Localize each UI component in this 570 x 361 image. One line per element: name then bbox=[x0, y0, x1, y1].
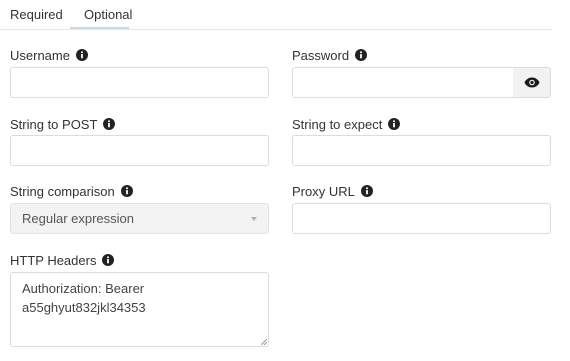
username-label-row: Username bbox=[10, 46, 88, 64]
tab-optional[interactable]: Optional bbox=[84, 7, 132, 22]
string-comparison-selected-value: Regular expression bbox=[22, 211, 135, 226]
eye-icon bbox=[524, 77, 540, 88]
string-to-expect-input[interactable] bbox=[292, 135, 551, 166]
http-headers-label-row: HTTP Headers bbox=[10, 251, 115, 269]
string-to-expect-label: String to expect bbox=[292, 116, 383, 132]
tab-required[interactable]: Required bbox=[10, 7, 63, 22]
string-to-post-input[interactable] bbox=[10, 135, 269, 166]
tab-bar: Required Optional bbox=[0, 0, 552, 30]
password-label: Password bbox=[292, 47, 350, 63]
http-headers-label: HTTP Headers bbox=[10, 252, 97, 268]
info-icon[interactable] bbox=[355, 49, 368, 61]
resize-handle-icon[interactable] bbox=[261, 339, 267, 345]
info-icon[interactable] bbox=[75, 49, 88, 61]
string-comparison-label: String comparison bbox=[10, 183, 115, 199]
info-icon[interactable] bbox=[120, 185, 133, 197]
info-icon[interactable] bbox=[388, 118, 401, 130]
string-to-post-label-row: String to POST bbox=[10, 115, 116, 133]
chevron-down-icon bbox=[251, 216, 257, 221]
proxy-url-label-row: Proxy URL bbox=[292, 182, 373, 200]
active-tab-indicator bbox=[70, 27, 129, 29]
string-to-post-label: String to POST bbox=[10, 116, 98, 132]
string-comparison-select[interactable]: Regular expression bbox=[10, 203, 269, 234]
show-password-button[interactable] bbox=[513, 67, 551, 98]
info-icon[interactable] bbox=[360, 185, 373, 197]
info-icon[interactable] bbox=[103, 118, 116, 130]
username-input[interactable] bbox=[10, 67, 269, 98]
string-to-expect-label-row: String to expect bbox=[292, 115, 401, 133]
http-headers-textarea[interactable] bbox=[10, 272, 269, 347]
username-label: Username bbox=[10, 47, 70, 63]
string-comparison-label-row: String comparison bbox=[10, 182, 133, 200]
password-input[interactable] bbox=[292, 67, 514, 98]
proxy-url-label: Proxy URL bbox=[292, 183, 355, 199]
password-label-row: Password bbox=[292, 46, 368, 64]
proxy-url-input[interactable] bbox=[292, 203, 551, 234]
info-icon[interactable] bbox=[102, 254, 115, 266]
